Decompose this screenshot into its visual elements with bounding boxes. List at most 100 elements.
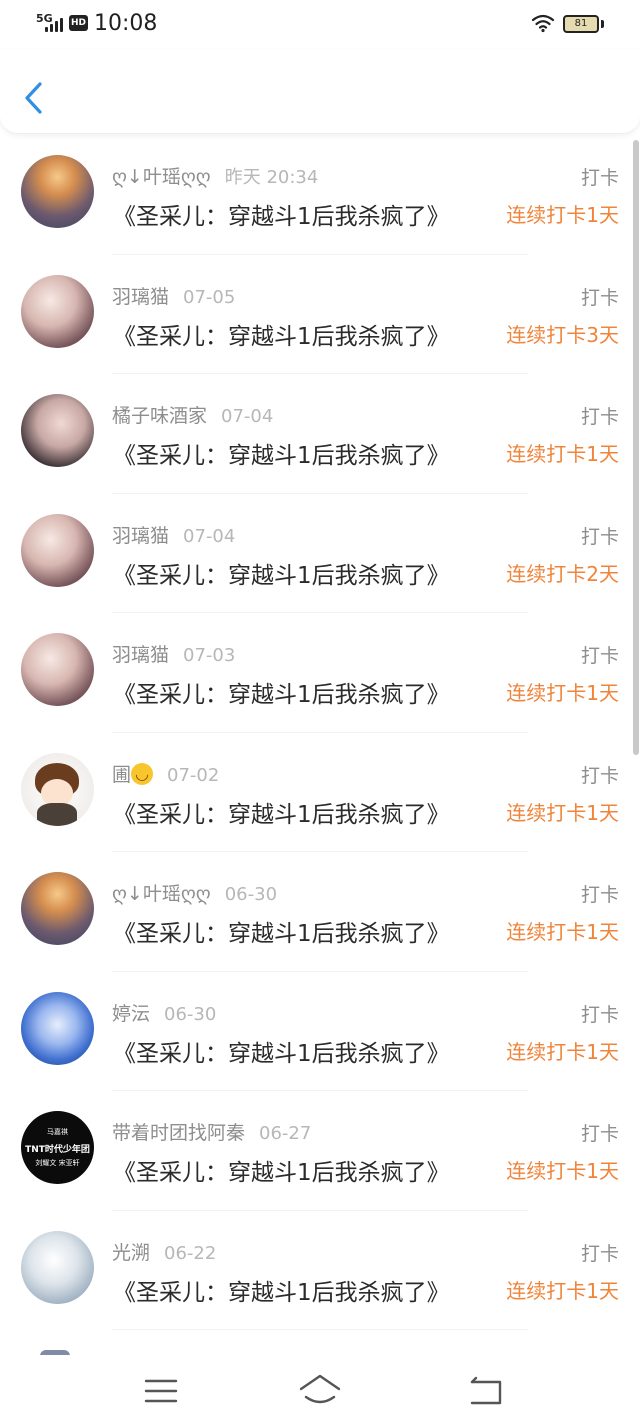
checkin-label: 打卡 (580, 525, 619, 548)
streak-label: 连续打卡1天 (506, 1039, 619, 1064)
streak-label: 连续打卡1天 (506, 442, 619, 466)
post-time: 07-03 (183, 645, 236, 666)
name-row: 婷沄 06-30 (112, 999, 216, 1025)
name-row: 橘子味酒家 07-04 (112, 401, 273, 427)
name-row: 羽璃猫 07-04 (112, 521, 235, 547)
top-header (0, 50, 640, 134)
user-name[interactable]: 羽璃猫 (112, 644, 169, 666)
post-time: 昨天 20:34 (224, 167, 319, 188)
name-row: 圃 07-02 (112, 760, 219, 786)
checkin-label: 打卡 (580, 645, 619, 667)
back-icon[interactable] (466, 1373, 506, 1409)
user-name[interactable]: 圃 (112, 764, 131, 786)
avatar[interactable] (21, 1230, 94, 1304)
book-title[interactable]: 《圣采儿：穿越斗1后我杀疯了》 (113, 436, 450, 470)
list-item[interactable]: 羽璃猫 07-05 《圣采儿：穿越斗1后我杀疯了》 打卡 连续打卡3天 (0, 255, 640, 374)
streak-label: 连续打卡1天 (506, 1159, 619, 1183)
avatar[interactable] (21, 513, 94, 587)
list-item[interactable]: ღ↓叶瑶ღღ 昨天 20:34 《圣采儿：穿越斗1后我杀疯了》 打卡 连续打卡1天 (0, 135, 640, 255)
user-name[interactable]: 橘子味酒家 (112, 405, 207, 427)
avatar-body (37, 802, 77, 826)
avatar[interactable] (21, 633, 94, 706)
checkin-label: 打卡 (580, 286, 619, 309)
post-time: 06-22 (164, 1242, 217, 1264)
list-item[interactable]: 婷沄 06-30 《圣采儿：穿越斗1后我杀疯了》 打卡 连续打卡1天 (0, 972, 640, 1091)
checkin-label: 打卡 (580, 764, 619, 787)
book-title[interactable]: 《圣采儿：穿越斗1后我杀疯了》 (113, 914, 450, 948)
name-row: ღ↓叶瑶ღღ 昨天 20:34 (112, 162, 318, 188)
book-title[interactable]: 《圣采儿：穿越斗1后我杀疯了》 (113, 795, 450, 829)
scrollbar[interactable] (633, 140, 639, 755)
checkin-list: ღ↓叶瑶ღღ 昨天 20:34 《圣采儿：穿越斗1后我杀疯了》 打卡 连续打卡1天… (0, 135, 640, 1350)
streak-label: 连续打卡1天 (506, 681, 619, 705)
user-name[interactable]: 羽璃猫 (112, 525, 169, 547)
battery-icon: 81 (563, 15, 599, 33)
list-item[interactable]: 羽璃猫 07-04 《圣采儿：穿越斗1后我杀疯了》 打卡 连续打卡2天 (0, 494, 640, 613)
list-item[interactable]: 羽璃猫 07-03 《圣采儿：穿越斗1后我杀疯了》 打卡 连续打卡1天 (0, 613, 640, 733)
user-name[interactable]: ღ↓叶瑶ღღ (112, 883, 211, 905)
user-name[interactable]: ღ↓叶瑶ღღ (112, 166, 211, 188)
list-item[interactable]: 橘子味酒家 07-04 《圣采儿：穿越斗1后我杀疯了》 打卡 连续打卡1天 (0, 374, 640, 494)
battery-level: 81 (574, 18, 588, 29)
hd-badge: HD (69, 15, 88, 31)
avatar[interactable] (21, 274, 94, 348)
checkin-label: 打卡 (580, 406, 619, 428)
menu-icon[interactable] (141, 1373, 181, 1409)
battery-cap (601, 20, 604, 28)
checkin-label: 打卡 (580, 1003, 619, 1026)
checkin-label: 打卡 (580, 884, 619, 906)
name-row: 羽璃猫 07-03 (112, 640, 235, 666)
streak-label: 连续打卡2天 (506, 561, 619, 586)
book-title[interactable]: 《圣采儿：穿越斗1后我杀疯了》 (113, 1273, 450, 1307)
streak-label: 连续打卡3天 (506, 322, 619, 347)
book-title[interactable]: 《圣采儿：穿越斗1后我杀疯了》 (113, 556, 450, 590)
name-row: 带着时团找阿秦 06-27 (112, 1118, 311, 1144)
divider (112, 1329, 528, 1330)
checkin-label: 打卡 (580, 167, 619, 189)
post-time: 06-30 (164, 1003, 217, 1025)
name-row: 羽璃猫 07-05 (112, 282, 235, 308)
list-item[interactable]: 光溯 06-22 《圣采儿：穿越斗1后我杀疯了》 打卡 连续打卡1天 (0, 1211, 640, 1330)
avatar-text-line: 刘耀文 宋亚轩 (35, 1159, 80, 1167)
checkin-label: 打卡 (580, 1123, 619, 1145)
streak-label: 连续打卡1天 (506, 920, 619, 944)
user-name[interactable]: 羽璃猫 (112, 286, 169, 308)
book-title[interactable]: 《圣采儿：穿越斗1后我杀疯了》 (113, 197, 450, 231)
smile-emoji-icon (131, 762, 154, 785)
avatar[interactable] (21, 991, 94, 1065)
post-time: 07-05 (183, 286, 236, 308)
wifi-icon (531, 14, 555, 33)
post-time: 06-30 (224, 884, 278, 905)
user-name[interactable]: 光溯 (112, 1242, 150, 1264)
streak-label: 连续打卡1天 (506, 1278, 619, 1303)
list-item[interactable]: 圃 07-02 《圣采儿：穿越斗1后我杀疯了》 打卡 连续打卡1天 (0, 733, 640, 852)
book-title[interactable]: 《圣采儿：穿越斗1后我杀疯了》 (113, 1034, 450, 1068)
streak-label: 连续打卡1天 (506, 203, 619, 227)
user-name[interactable]: 婷沄 (112, 1003, 150, 1025)
avatar[interactable] (21, 872, 94, 945)
book-title[interactable]: 《圣采儿：穿越斗1后我杀疯了》 (113, 1153, 450, 1187)
avatar[interactable]: 马嘉祺 TNT时代少年团 刘耀文 宋亚轩 (21, 1111, 94, 1184)
user-name[interactable]: 带着时团找阿秦 (112, 1122, 245, 1144)
book-title[interactable]: 《圣采儿：穿越斗1后我杀疯了》 (113, 317, 450, 351)
name-row: 光溯 06-22 (112, 1238, 216, 1264)
post-time: 06-27 (259, 1123, 312, 1144)
book-title[interactable]: 《圣采儿：穿越斗1后我杀疯了》 (113, 675, 450, 709)
status-time: 10:08 (94, 11, 158, 36)
avatar[interactable] (21, 394, 94, 467)
app-screen: 5G HD 10:08 81 ღ↓叶瑶ღღ 昨天 20:34 《圣采儿：穿越斗1… (0, 0, 640, 1427)
avatar-text-line: 马嘉祺 (47, 1128, 68, 1136)
system-nav-bar (0, 1355, 640, 1427)
checkin-label: 打卡 (580, 1242, 619, 1265)
post-time: 07-04 (183, 525, 236, 547)
list-item[interactable]: 马嘉祺 TNT时代少年团 刘耀文 宋亚轩 带着时团找阿秦 06-27 《圣采儿：穿… (0, 1091, 640, 1211)
list-item[interactable]: ღ↓叶瑶ღღ 06-30 《圣采儿：穿越斗1后我杀疯了》 打卡 连续打卡1天 (0, 852, 640, 972)
avatar[interactable] (21, 752, 94, 826)
back-button[interactable] (18, 78, 52, 118)
avatar[interactable] (21, 155, 94, 228)
status-bar: 5G HD 10:08 81 (0, 0, 640, 50)
signal-icon (45, 16, 67, 32)
name-row: ღ↓叶瑶ღღ 06-30 (112, 879, 277, 905)
home-icon[interactable] (297, 1371, 343, 1409)
post-time: 07-04 (221, 406, 274, 427)
